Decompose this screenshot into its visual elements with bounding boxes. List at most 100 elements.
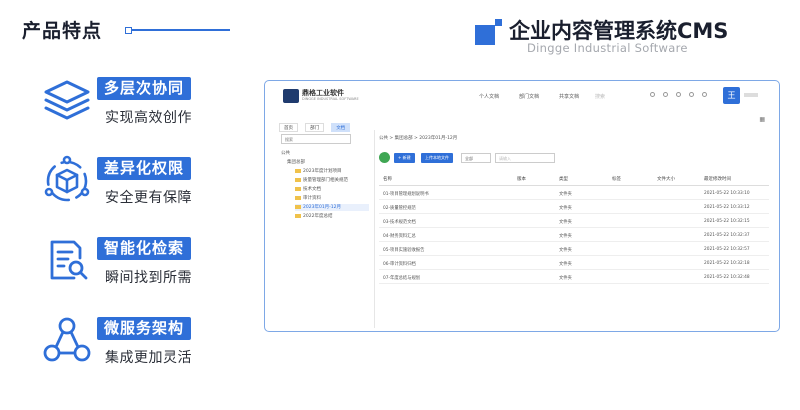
main-content: 公共 > 集团总部 > 2023年01月-12月 + 新建 上传本地文件 全部 … [379, 130, 775, 328]
feature-permissions: 差异化权限 安全更有保障 [40, 154, 240, 214]
avatar-name [744, 93, 758, 97]
brand-logo-square [475, 25, 495, 45]
feature-collaboration: 多层次协同 实现高效创作 [40, 74, 240, 134]
document-search-icon [50, 240, 88, 280]
cube-network-icon [44, 155, 90, 202]
settings-icon[interactable] [650, 92, 655, 97]
row-name: 06-审计资料归档 [383, 262, 416, 267]
row-time: 2021-05-22 10:32:18 [704, 261, 750, 266]
row-type: 文件夹 [559, 262, 572, 267]
sidebar-tree: 搜索 公共 集团总部 2023年度计划项目 质量管理部门相关规范 技术文档 审计… [277, 130, 375, 328]
feature-tag: 差异化权限 [97, 157, 192, 180]
folder-icon [295, 186, 301, 191]
row-name: 07-年度总结与规划 [383, 276, 421, 281]
grid-icon[interactable]: ▦ [759, 116, 765, 123]
feature-desc: 集成更加灵活 [105, 350, 192, 366]
row-type: 文件夹 [559, 234, 572, 239]
message-icon[interactable] [689, 92, 694, 97]
tree-item[interactable]: 2022年度总结 [295, 213, 332, 220]
column-header[interactable]: 名称 [383, 176, 392, 182]
avatar[interactable]: 王 [723, 87, 740, 104]
column-header[interactable]: 类型 [559, 176, 568, 182]
column-header[interactable]: 最近修改时间 [704, 176, 731, 182]
feature-microservices: 微服务架构 集成更加灵活 [40, 314, 240, 374]
table-row[interactable]: 03-技术规范文档 文件夹 2021-05-22 10:32:15 [379, 215, 769, 228]
help-icon[interactable] [663, 92, 668, 97]
feature-tag: 微服务架构 [97, 317, 192, 340]
brand-logo [475, 19, 502, 45]
row-name: 01-项目管理规划说明书 [383, 192, 429, 197]
top-search[interactable]: 搜索 [595, 93, 605, 100]
row-type: 文件夹 [559, 276, 572, 281]
top-menu-item[interactable]: 个人文档 [479, 93, 499, 100]
feature-desc: 安全更有保障 [105, 190, 192, 206]
table-row[interactable]: 02-质量管控规范 文件夹 2021-05-22 10:33:12 [379, 201, 769, 214]
top-menu-item[interactable]: 共享文档 [559, 93, 579, 100]
feature-desc: 瞬间找到所需 [105, 270, 192, 286]
app-tabs: 首页 部门 文档 [279, 114, 352, 132]
app-logo-icon [283, 89, 299, 103]
row-time: 2021-05-22 10:32:37 [704, 233, 750, 238]
section-title: 产品特点 [22, 20, 103, 42]
feature-desc: 实现高效创作 [105, 110, 192, 126]
page: 产品特点 企业内容管理系统CMS Dingge Industrial Softw… [0, 0, 800, 410]
folder-icon [295, 195, 301, 200]
filter-select[interactable]: 全部 [461, 153, 491, 163]
tree-item-label: 2023年01月-12月 [303, 205, 342, 210]
table-row[interactable]: 01-项目管理规划说明书 文件夹 2021-05-22 10:33:10 [379, 187, 769, 200]
action-icon[interactable] [379, 152, 390, 163]
table-row[interactable]: 06-审计资料归档 文件夹 2021-05-22 10:32:18 [379, 257, 769, 270]
feature-search: 智能化检索 瞬间找到所需 [40, 234, 240, 294]
row-time: 2021-05-22 10:32:15 [704, 219, 750, 224]
row-time: 2021-05-22 10:33:12 [704, 205, 750, 210]
nodes-icon [43, 317, 91, 362]
sidebar-search-input[interactable]: 搜索 [281, 134, 351, 144]
column-header[interactable]: 标签 [612, 176, 621, 182]
tree-item[interactable]: 公共 [281, 150, 290, 157]
feature-tag: 智能化检索 [97, 237, 192, 260]
folder-icon [295, 213, 301, 218]
row-time: 2021-05-22 10:32:57 [704, 247, 750, 252]
tree-item-label: 2022年度总结 [303, 214, 333, 219]
tree-item-label: 2023年度计划项目 [303, 169, 342, 174]
row-name: 05-项目实施验收报告 [383, 248, 425, 253]
table-row[interactable]: 07-年度总结与规划 文件夹 2021-05-22 10:32:48 [379, 271, 769, 284]
tree-item-label: 质量管理部门相关规范 [303, 178, 348, 183]
layers-icon [44, 80, 90, 120]
app-topbar: 鼎格工业软件 DINGGE INDUSTRIAL SOFTWARE 个人文档 部… [265, 81, 779, 111]
refresh-icon[interactable] [702, 92, 707, 97]
row-name: 03-技术规范文档 [383, 220, 416, 225]
column-header[interactable]: 文件大小 [657, 176, 675, 182]
tree-item[interactable]: 质量管理部门相关规范 [295, 177, 348, 184]
table-row[interactable]: 05-项目实施验收报告 文件夹 2021-05-22 10:32:57 [379, 243, 769, 256]
row-type: 文件夹 [559, 248, 572, 253]
bell-icon[interactable] [676, 92, 681, 97]
tree-item-label: 技术文档 [303, 187, 321, 192]
search-input[interactable]: 请输入 [495, 153, 555, 163]
brand-logo-small-square [495, 19, 502, 26]
row-time: 2021-05-22 10:32:48 [704, 275, 750, 280]
tree-item[interactable]: 审计资料 [295, 195, 321, 202]
feature-tag: 多层次协同 [97, 77, 192, 100]
folder-icon [295, 168, 301, 173]
row-type: 文件夹 [559, 192, 572, 197]
table-header: 名称 版本 类型 标签 文件大小 最近修改时间 [379, 174, 769, 186]
breadcrumb: 公共 > 集团总部 > 2023年01月-12月 [379, 136, 458, 141]
app-name-sub: DINGGE INDUSTRIAL SOFTWARE [302, 97, 359, 101]
app-screenshot: 鼎格工业软件 DINGGE INDUSTRIAL SOFTWARE 个人文档 部… [264, 80, 780, 332]
row-name: 02-质量管控规范 [383, 206, 416, 211]
folder-icon [295, 177, 301, 182]
top-menu-item[interactable]: 部门文档 [519, 93, 539, 100]
tree-item-selected[interactable]: 2023年01月-12月 [295, 204, 369, 211]
table-row[interactable]: 04-财务资料汇总 文件夹 2021-05-22 10:32:37 [379, 229, 769, 242]
tree-item-label: 审计资料 [303, 196, 321, 201]
title-dot [125, 27, 132, 34]
tree-item[interactable]: 2023年度计划项目 [295, 168, 341, 175]
column-header[interactable]: 版本 [517, 176, 526, 182]
tree-item[interactable]: 集团总部 [287, 159, 305, 166]
upload-button[interactable]: 上传本地文件 [421, 153, 453, 163]
row-time: 2021-05-22 10:33:10 [704, 191, 750, 196]
title-underline [128, 29, 230, 31]
tree-item[interactable]: 技术文档 [295, 186, 321, 193]
new-button[interactable]: + 新建 [394, 153, 415, 163]
